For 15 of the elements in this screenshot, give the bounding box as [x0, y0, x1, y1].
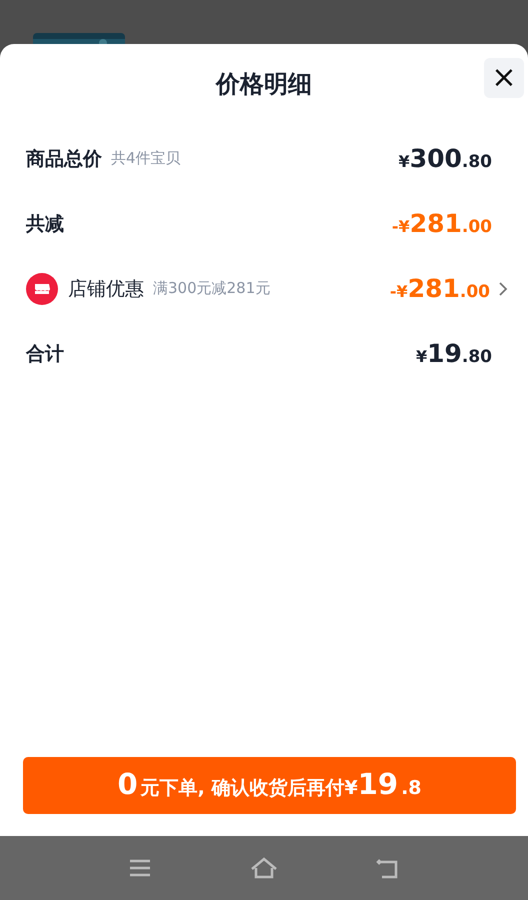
close-button[interactable]: × [484, 58, 524, 98]
row-note: 满300元减281元 [153, 279, 270, 298]
price-amount: -¥281.00 [392, 209, 492, 238]
row-label: 共减 [26, 212, 64, 236]
row-label: 店铺优惠 [68, 276, 144, 302]
price-amount: ¥19.80 [416, 339, 492, 368]
sheet-title: 价格明细 [216, 69, 312, 100]
price-amount: -¥281.00 [390, 274, 490, 303]
chevron-icon[interactable] [498, 280, 508, 296]
row-label: 合计 [26, 342, 64, 366]
home-icon[interactable] [250, 856, 278, 880]
row-note: 共4件宝贝 [111, 149, 181, 168]
shop-icon [26, 272, 58, 304]
row-label: 商品总价 [26, 146, 102, 172]
price-amount: ¥300.80 [398, 144, 492, 173]
